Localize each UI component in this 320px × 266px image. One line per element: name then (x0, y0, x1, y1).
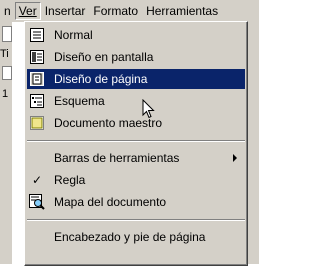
normal-view-icon (28, 26, 46, 44)
background-toolbar-area: Ti 1 (0, 22, 12, 264)
menu-separator (27, 140, 245, 142)
menu-item-document-map[interactable]: Mapa del documento (27, 192, 245, 212)
ver-dropdown-menu: Normal Diseño en pantalla Diseño de pági… (24, 21, 248, 266)
online-layout-icon (28, 48, 46, 66)
menu-ver-label: Ver (18, 4, 37, 18)
outline-view-icon (28, 92, 46, 110)
menu-item-toolbars[interactable]: Barras de herramientas (27, 148, 245, 168)
background-ruler-label: 1 (2, 88, 9, 100)
menu-item-page-layout[interactable]: Diseño de página (27, 69, 245, 89)
menu-item-header-footer[interactable]: Encabezado y pie de página (27, 227, 245, 247)
menu-insertar[interactable]: Insertar (41, 2, 90, 20)
menu-insertar-label: Insertar (44, 4, 86, 18)
menu-item-header-footer-label: Encabezado y pie de página (54, 230, 206, 244)
menu-item-normal-label: Normal (54, 28, 93, 42)
menu-item-ruler-label: Regla (54, 173, 86, 187)
menu-item-outline[interactable]: Esquema (27, 91, 245, 111)
empty-icon-slot (28, 149, 46, 167)
menu-item-document-map-label: Mapa del documento (54, 195, 167, 209)
document-map-icon (28, 193, 46, 211)
menu-item-master-document[interactable]: Documento maestro (27, 113, 245, 133)
menu-formato-label: Formato (93, 4, 139, 18)
menu-item-outline-label: Esquema (54, 94, 105, 108)
menu-item-toolbars-label: Barras de herramientas (54, 151, 180, 165)
master-document-icon (28, 114, 46, 132)
menu-partial-item[interactable]: n (0, 2, 15, 20)
menu-item-online-layout-label: Diseño en pantalla (54, 50, 154, 64)
menu-herramientas-label: Herramientas (146, 4, 219, 18)
menu-separator (27, 219, 245, 221)
checkmark-icon: ✓ (31, 173, 43, 187)
menu-formato[interactable]: Formato (89, 2, 142, 20)
background-box (2, 66, 12, 80)
menu-item-page-layout-label: Diseño de página (54, 72, 148, 86)
menu-item-ruler[interactable]: ✓ Regla (27, 170, 245, 190)
empty-icon-slot (28, 228, 46, 246)
menu-ver[interactable]: Ver (14, 2, 41, 20)
mouse-pointer-icon (142, 98, 156, 122)
menu-herramientas[interactable]: Herramientas (142, 2, 222, 20)
menu-bar: n Ver Insertar Formato Herramientas (0, 0, 259, 22)
page-layout-icon (28, 70, 46, 88)
background-style-label: Ti (0, 48, 9, 60)
submenu-arrow-icon (233, 154, 237, 162)
menu-item-online-layout[interactable]: Diseño en pantalla (27, 47, 245, 67)
menu-item-normal[interactable]: Normal (27, 25, 245, 45)
background-combo[interactable] (2, 26, 12, 42)
